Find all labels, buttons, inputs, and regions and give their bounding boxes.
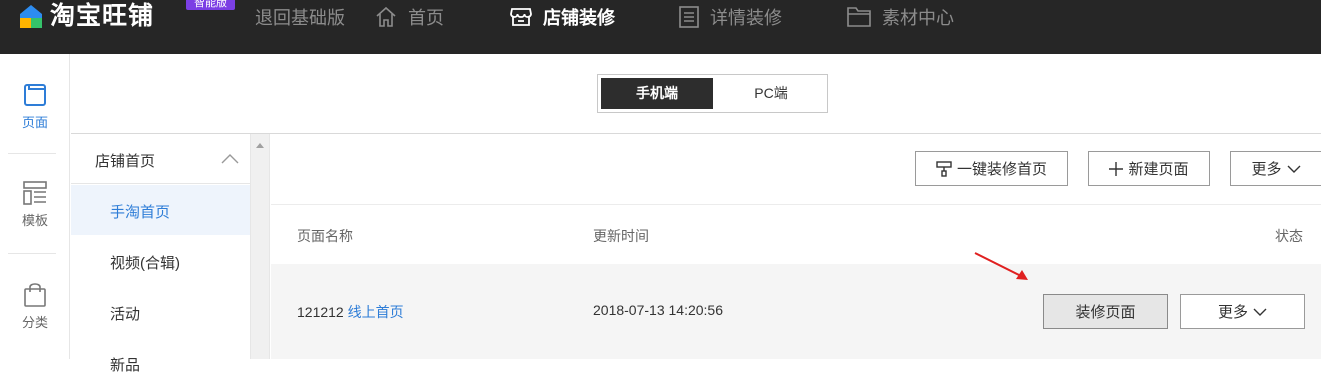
rail-divider (8, 253, 56, 254)
page-list-item[interactable]: 手淘首页 (71, 185, 250, 235)
nav-detail-decoration[interactable]: 详情装修 (678, 0, 782, 34)
new-page-button[interactable]: 新建页面 (1088, 151, 1210, 186)
column-header-status: 状态 (1275, 228, 1303, 244)
table-header: 页面名称 更新时间 状态 (271, 204, 1321, 264)
more-toolbar-button[interactable]: 更多 (1230, 151, 1321, 186)
page-list-item-label: 新品 (110, 357, 141, 374)
page-group-header[interactable]: 店铺首页 (71, 134, 250, 184)
tab-mobile[interactable]: 手机端 (601, 78, 713, 109)
decorate-page-button[interactable]: 装修页面 (1043, 294, 1168, 329)
page-list-item[interactable]: 新品 (71, 338, 250, 388)
rail-item-page[interactable]: 页面 (0, 82, 70, 131)
button-label: 更多 (1217, 304, 1248, 321)
row-more-button[interactable]: 更多 (1180, 294, 1305, 329)
top-navigation-bar: 淘宝旺铺 智能版 退回基础版 首页 店铺装修 详情装修 素材中心 (0, 0, 1321, 54)
button-label: 一键装修首页 (956, 161, 1047, 178)
rail-divider (8, 153, 56, 154)
chevron-down-icon (1253, 308, 1267, 316)
page-list-sidebar: 店铺首页 手淘首页 视频(合辑) 活动 新品 (71, 134, 250, 374)
rail-label: 分类 (21, 315, 48, 330)
bag-icon (24, 283, 46, 307)
nav-label: 详情装修 (710, 8, 782, 28)
nav-label: 退回基础版 (255, 8, 345, 28)
one-click-decorate-button[interactable]: 一键装修首页 (915, 151, 1068, 186)
main-content: 一键装修首页 新建页面 更多 页面名称 更新时间 状态 121212 线上首页 … (271, 134, 1321, 359)
nav-material-center[interactable]: 素材中心 (846, 0, 954, 34)
page-name-link[interactable]: 线上首页 (348, 304, 404, 320)
tab-pc[interactable]: PC端 (716, 78, 826, 109)
page-list-item-label: 视频(合辑) (110, 255, 180, 272)
nav-back-to-basic[interactable]: 退回基础版 (255, 0, 345, 34)
button-label: 装修页面 (1075, 304, 1136, 321)
chevron-down-icon (1287, 165, 1300, 173)
template-icon (23, 181, 47, 205)
logo-icon (20, 5, 42, 28)
page-list-item-label: 手淘首页 (110, 204, 171, 221)
rail-item-category[interactable]: 分类 (0, 280, 70, 331)
page-list-item[interactable]: 视频(合辑) (71, 236, 250, 286)
home-icon (376, 6, 396, 27)
page-list-item-label: 活动 (110, 306, 141, 323)
button-label: 新建页面 (1128, 161, 1189, 178)
page-group-title: 店铺首页 (95, 153, 156, 170)
folder-icon (847, 7, 871, 27)
rail-label: 页面 (21, 115, 48, 130)
page-list-item[interactable]: 活动 (71, 287, 250, 337)
nav-label: 素材中心 (882, 8, 954, 28)
chevron-up-icon (221, 154, 239, 164)
rail-label: 模板 (21, 213, 48, 228)
document-icon (679, 6, 699, 28)
nav-label: 店铺装修 (543, 8, 615, 28)
paint-roller-icon (936, 160, 952, 177)
nav-home[interactable]: 首页 (374, 0, 444, 34)
column-header-updated: 更新时间 (593, 228, 649, 244)
table-row: 121212 线上首页 2018-07-13 14:20:56 装修页面 更多 (271, 264, 1321, 359)
nav-label: 首页 (408, 8, 444, 28)
logo-text: 淘宝旺铺 (50, 2, 155, 30)
rail-item-template[interactable]: 模板 (0, 180, 70, 229)
page-id: 121212 (297, 304, 344, 320)
scroll-up-arrow-icon[interactable] (256, 143, 264, 148)
device-switch-bar: 手机端 PC端 (71, 54, 1321, 134)
plus-icon (1109, 161, 1124, 176)
updated-time-cell: 2018-07-13 14:20:56 (593, 302, 723, 318)
page-list-scrollbar[interactable] (250, 134, 270, 359)
column-header-name: 页面名称 (297, 228, 353, 244)
page-icon (24, 84, 46, 106)
nav-shop-decoration[interactable]: 店铺装修 (509, 0, 615, 34)
button-label: 更多 (1251, 161, 1282, 178)
edition-badge: 智能版 (186, 0, 235, 10)
page-name-cell: 121212 线上首页 (297, 302, 404, 322)
left-rail: 页面 模板 分类 (0, 54, 70, 359)
shop-icon (510, 8, 532, 26)
taobao-wangpu-logo[interactable]: 淘宝旺铺 (18, 0, 154, 32)
device-switch: 手机端 PC端 (597, 74, 828, 113)
